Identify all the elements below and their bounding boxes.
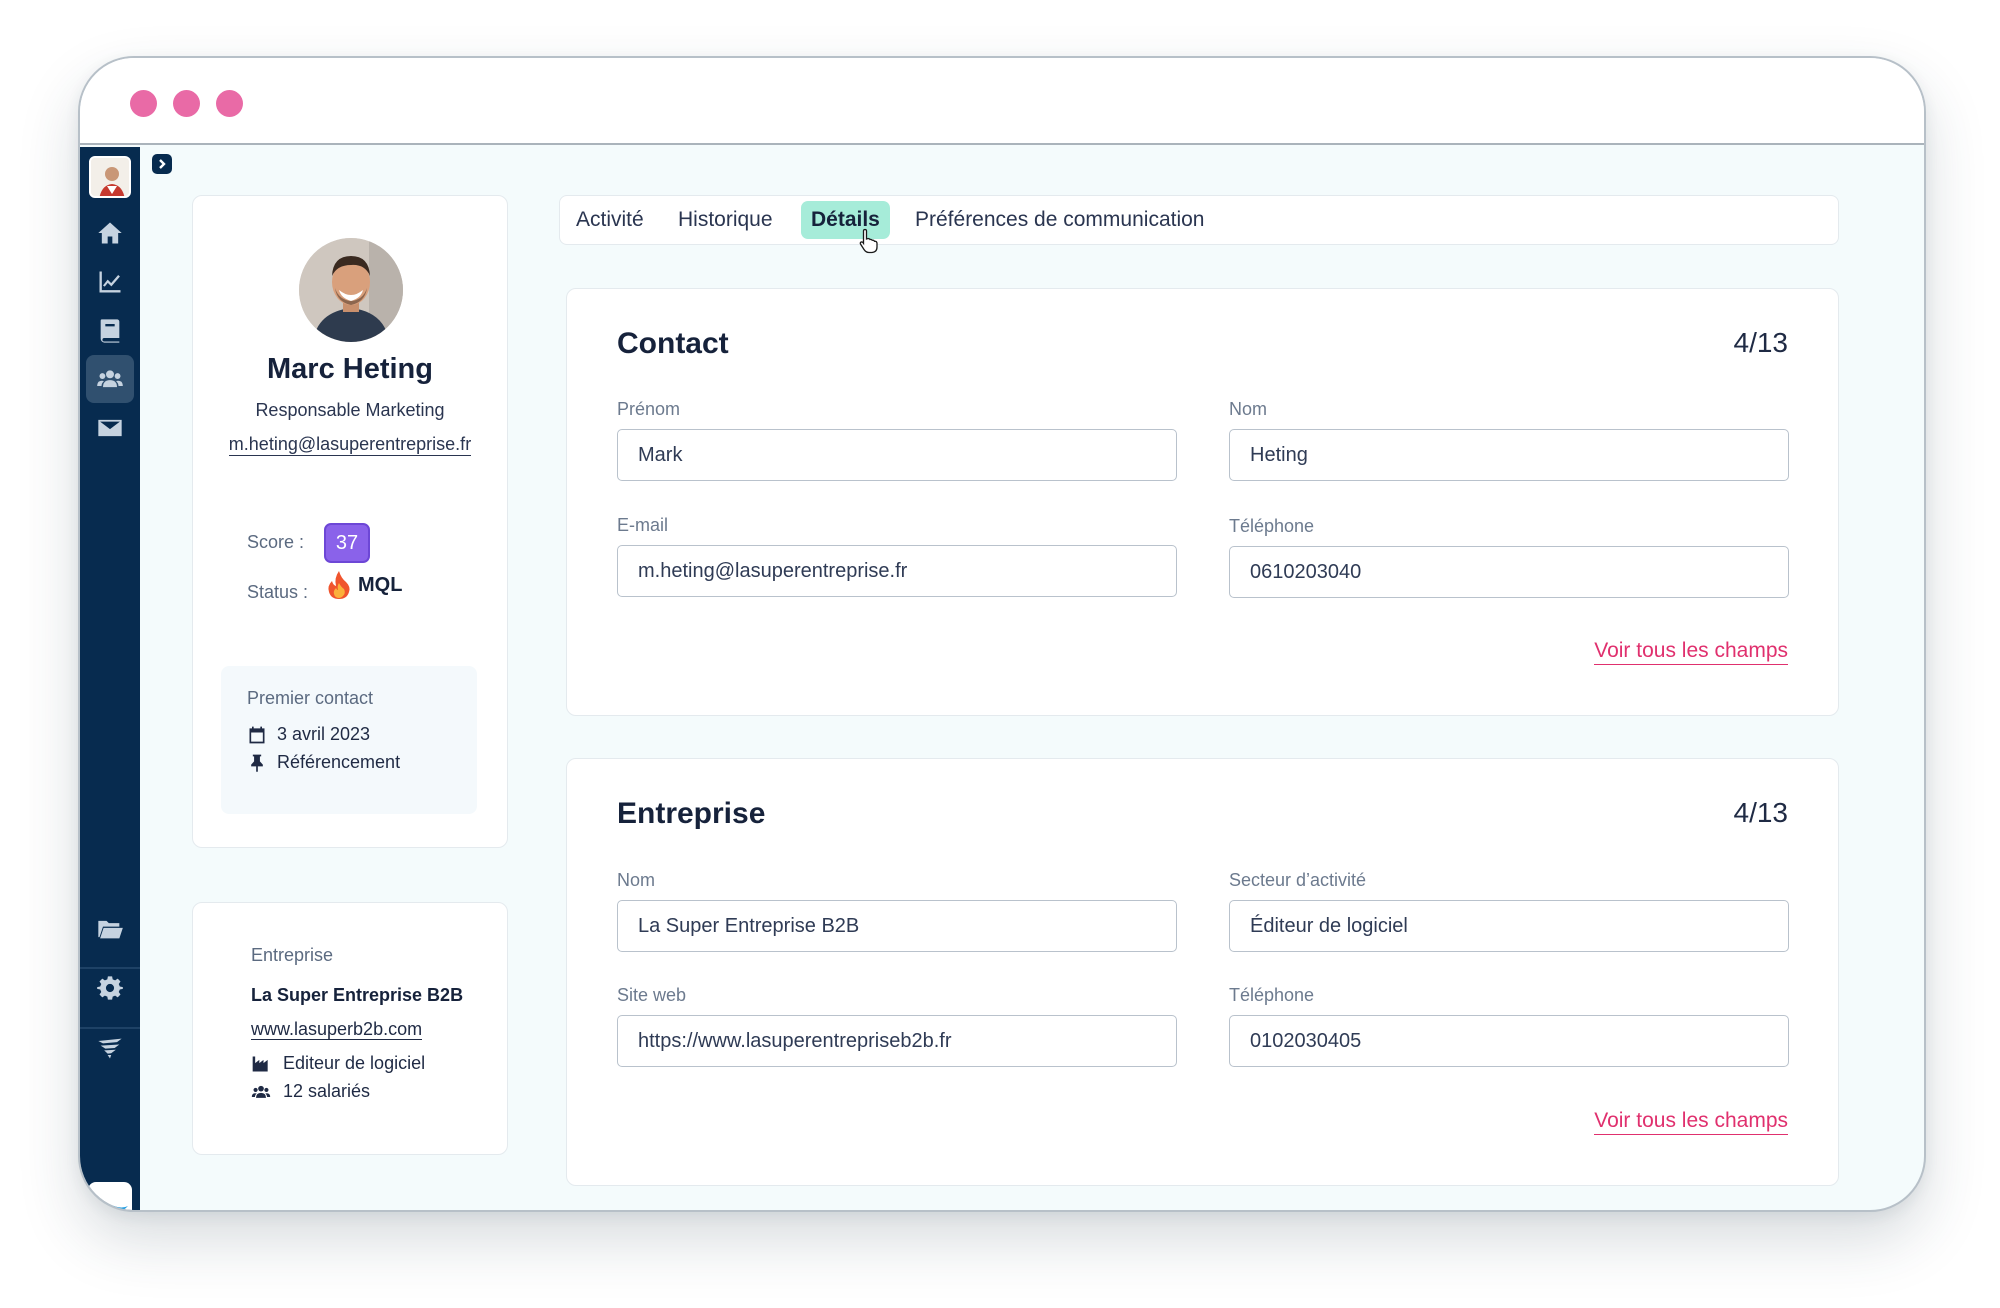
contact-section: Contact 4/13 Prénom Mark Nom Heting E-ma…	[566, 288, 1839, 716]
brand-icon[interactable]	[86, 1024, 134, 1072]
first-contact-box: Premier contact 3 avril 2023 Référenceme…	[221, 666, 477, 814]
website-field[interactable]: https://www.lasuperentrepriseb2b.fr	[617, 1015, 1177, 1067]
contact-name: Marc Heting	[267, 353, 433, 385]
book-icon[interactable]	[86, 307, 134, 355]
contact-email-text[interactable]: m.heting@lasuperentreprise.fr	[228, 434, 472, 456]
sector-field[interactable]: Éditeur de logiciel	[1229, 900, 1789, 952]
folder-icon[interactable]	[86, 905, 134, 953]
sidebar-collapse-button[interactable]	[152, 154, 172, 174]
tab-historique[interactable]: Historique	[668, 201, 783, 239]
company-website-text[interactable]: www.lasuperb2b.com	[251, 1019, 423, 1040]
app-logo[interactable]	[88, 1182, 132, 1210]
tab-activite[interactable]: Activité	[566, 201, 654, 239]
score-label: Score :	[247, 532, 305, 552]
first-contact-date-text: 3 avril 2023	[277, 724, 371, 744]
company-name: La Super Entreprise B2B	[251, 985, 464, 1005]
company-industry: Editeur de logiciel	[251, 1053, 425, 1074]
pointer-cursor-icon	[859, 228, 878, 254]
first-contact-date: 3 avril 2023	[247, 724, 370, 745]
contact-field-count: 4/13	[1733, 327, 1789, 358]
sidebar	[80, 147, 140, 1210]
first-name-label: Prénom	[617, 399, 681, 419]
company-employees-text: 12 salariés	[283, 1081, 371, 1101]
company-phone-label: Téléphone	[1229, 985, 1315, 1005]
first-name-field[interactable]: Mark	[617, 429, 1177, 481]
first-contact-source-text: Référencement	[277, 752, 401, 772]
contact-see-all-fields-link[interactable]: Voir tous les champs	[1594, 639, 1788, 665]
score-badge: 37	[324, 523, 370, 563]
gear-icon[interactable]	[86, 964, 134, 1012]
tab-preferences[interactable]: Préférences de communication	[905, 201, 1214, 239]
tab-bar: Activité Historique Détails Préférences …	[559, 195, 1839, 245]
company-industry-text: Editeur de logiciel	[283, 1053, 426, 1073]
company-section: Entreprise 4/13 Nom La Super Entreprise …	[566, 758, 1839, 1186]
title-bar	[80, 58, 1924, 145]
contact-role: Responsable Marketing	[255, 400, 445, 420]
status-value: MQL	[326, 570, 402, 600]
chart-icon[interactable]	[86, 258, 134, 306]
company-section-title: Entreprise	[617, 797, 766, 830]
users-icon	[251, 1085, 271, 1098]
contact-email-link[interactable]: m.heting@lasuperentreprise.fr	[193, 434, 507, 456]
sector-label: Secteur d’activité	[1229, 870, 1367, 890]
company-website-link[interactable]: www.lasuperb2b.com	[251, 1019, 423, 1040]
company-card-title: Entreprise	[251, 945, 334, 965]
first-contact-title: Premier contact	[247, 688, 374, 708]
pin-icon	[251, 754, 263, 772]
home-icon[interactable]	[86, 209, 134, 257]
window-close-button[interactable]	[130, 90, 157, 117]
factory-icon	[252, 1056, 268, 1071]
user-avatar[interactable]	[89, 156, 131, 198]
first-contact-source: Référencement	[247, 752, 400, 773]
last-name-field[interactable]: Heting	[1229, 429, 1789, 481]
company-field-count: 4/13	[1733, 797, 1789, 828]
company-name-label: Nom	[617, 870, 656, 890]
website-label: Site web	[617, 985, 687, 1005]
mail-icon[interactable]	[86, 404, 134, 452]
phone-label: Téléphone	[1229, 516, 1315, 536]
email-field[interactable]: m.heting@lasuperentreprise.fr	[617, 545, 1177, 597]
profile-photo	[299, 238, 403, 342]
chevron-right-icon	[159, 159, 166, 169]
company-phone-field[interactable]: 0102030405	[1229, 1015, 1789, 1067]
status-text: MQL	[358, 573, 403, 596]
company-name-field[interactable]: La Super Entreprise B2B	[617, 900, 1177, 952]
profile-card: Marc Heting Responsable Marketing m.heti…	[192, 195, 508, 848]
company-employees: 12 salariés	[251, 1081, 370, 1102]
fire-icon	[328, 571, 350, 599]
app-window: Marc Heting Responsable Marketing m.heti…	[78, 56, 1926, 1212]
contact-section-title: Contact	[617, 327, 729, 360]
calendar-icon	[249, 726, 265, 743]
company-card: Entreprise La Super Entreprise B2B www.l…	[192, 902, 508, 1155]
window-maximize-button[interactable]	[216, 90, 243, 117]
email-label: E-mail	[617, 515, 669, 535]
status-label: Status :	[247, 582, 309, 602]
users-icon[interactable]	[86, 355, 134, 403]
phone-field[interactable]: 0610203040	[1229, 546, 1789, 598]
last-name-label: Nom	[1229, 399, 1268, 419]
window-minimize-button[interactable]	[173, 90, 200, 117]
company-see-all-fields-link[interactable]: Voir tous les champs	[1594, 1109, 1788, 1135]
